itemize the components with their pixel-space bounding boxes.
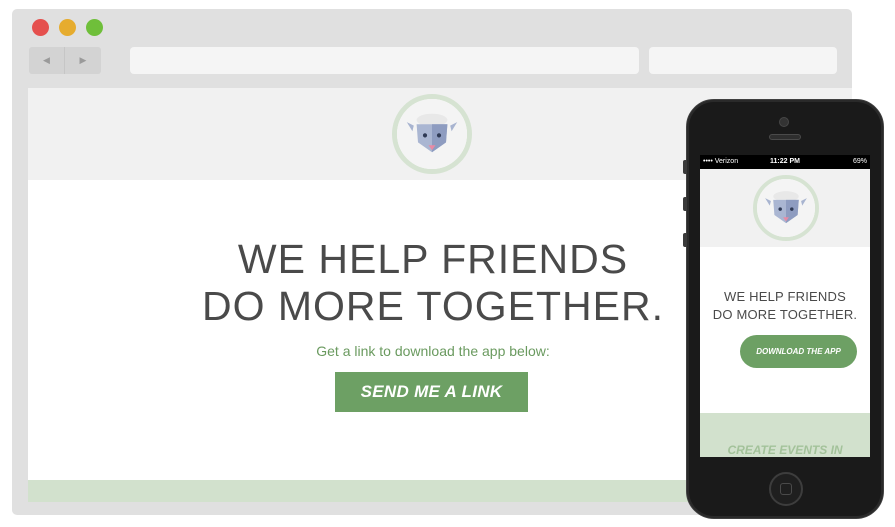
close-window-button[interactable]	[32, 19, 49, 36]
mobile-headline-line1: WE HELP FRIENDS	[724, 289, 846, 304]
sheep-logo-graphic	[397, 99, 467, 169]
create-events-heading: CREATE EVENTS IN	[727, 443, 843, 457]
back-button[interactable]: ◀	[29, 47, 65, 74]
forward-arrow-icon: ▶	[79, 55, 87, 65]
mobile-site-header	[700, 169, 870, 247]
download-the-app-button[interactable]: DOWNLOAD THE APP	[740, 335, 857, 368]
front-camera-icon	[779, 117, 789, 127]
minimize-window-button[interactable]	[59, 19, 76, 36]
search-bar[interactable]	[649, 47, 837, 74]
address-bar[interactable]	[130, 47, 639, 74]
home-button[interactable]	[769, 472, 803, 506]
phone-mockup: •••• Verizon 11:22 PM 69% WE HELP FRIEND…	[683, 99, 884, 519]
status-time: 11:22 PM	[770, 158, 800, 165]
status-bar: •••• Verizon 11:22 PM 69%	[700, 155, 870, 169]
mute-switch	[683, 160, 687, 174]
hero-headline-line2: DO MORE TOGETHER.	[202, 283, 664, 329]
hero-subtext: Get a link to download the app below:	[316, 343, 550, 359]
earpiece-speaker	[769, 134, 801, 140]
hero-headline-line1: WE HELP FRIENDS	[237, 236, 629, 282]
navigation-buttons: ◀ ▶	[29, 47, 101, 74]
volume-down-button	[683, 233, 687, 247]
send-me-a-link-button[interactable]: SEND ME A LINK	[335, 372, 528, 412]
battery-percentage: 69%	[852, 158, 867, 165]
home-square-icon	[780, 483, 792, 495]
volume-up-button	[683, 197, 687, 211]
mobile-green-section: CREATE EVENTS IN	[700, 413, 870, 457]
sheep-logo-icon[interactable]	[753, 175, 819, 241]
sheep-logo-graphic	[757, 179, 815, 237]
sheep-logo-icon[interactable]	[392, 94, 472, 174]
forward-button[interactable]: ▶	[65, 47, 101, 74]
back-arrow-icon: ◀	[43, 55, 50, 65]
phone-screen: •••• Verizon 11:22 PM 69% WE HELP FRIEND…	[700, 155, 870, 457]
mobile-headline-line2: DO MORE TOGETHER.	[712, 307, 858, 322]
maximize-window-button[interactable]	[86, 19, 103, 36]
